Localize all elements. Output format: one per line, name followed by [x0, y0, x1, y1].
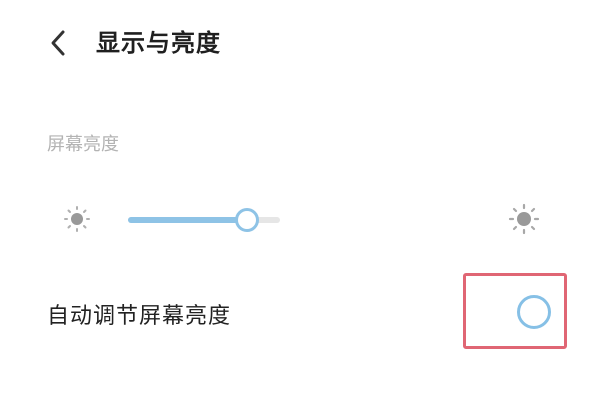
brightness-slider[interactable]	[128, 208, 280, 232]
auto-brightness-toggle[interactable]	[508, 292, 560, 329]
chevron-left-icon	[51, 30, 65, 56]
slider-fill	[128, 217, 247, 223]
sun-bright-icon	[508, 203, 540, 235]
toggle-knob	[517, 295, 551, 329]
slider-thumb[interactable]	[234, 208, 259, 232]
back-button[interactable]	[38, 26, 78, 60]
auto-brightness-row[interactable]: 自动调节屏幕亮度	[0, 273, 600, 356]
section-title-brightness: 屏幕亮度	[47, 134, 119, 155]
page-title: 显示与亮度	[96, 29, 221, 57]
brightness-row	[0, 190, 600, 250]
sun-dim-icon	[64, 206, 90, 232]
auto-brightness-label: 自动调节屏幕亮度	[47, 304, 232, 329]
header-bar: 显示与亮度	[0, 0, 600, 86]
